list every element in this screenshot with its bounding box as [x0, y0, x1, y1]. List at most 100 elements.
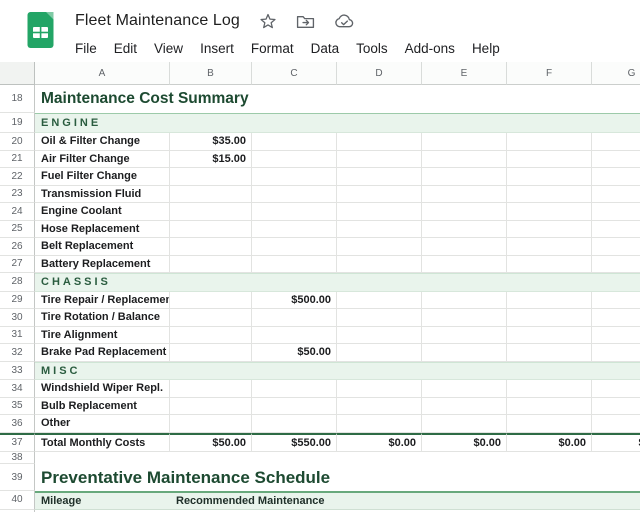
cell[interactable]: Tire Alignment	[35, 326, 170, 344]
cell[interactable]	[252, 397, 337, 415]
cell[interactable]	[170, 415, 252, 433]
column-header-c[interactable]: C	[252, 62, 337, 85]
cell[interactable]	[170, 255, 252, 273]
cell[interactable]	[337, 326, 422, 344]
menu-format[interactable]: Format	[251, 41, 294, 56]
cell[interactable]	[592, 380, 640, 398]
cell[interactable]	[592, 133, 640, 151]
cell[interactable]: $500.00	[252, 291, 337, 309]
cell[interactable]	[507, 185, 592, 203]
row-header[interactable]: 32	[0, 344, 35, 362]
cell[interactable]	[252, 309, 337, 327]
row-header[interactable]: 22	[0, 168, 35, 186]
cell[interactable]	[337, 255, 422, 273]
row-header[interactable]: 31	[0, 326, 35, 344]
cell[interactable]	[422, 150, 507, 168]
section-band-cell[interactable]: CHASSIS	[35, 273, 640, 292]
cell[interactable]	[252, 150, 337, 168]
cell[interactable]	[337, 133, 422, 151]
cell[interactable]	[507, 238, 592, 256]
cell[interactable]	[170, 291, 252, 309]
cell[interactable]	[170, 185, 252, 203]
cell[interactable]	[507, 291, 592, 309]
cell[interactable]	[252, 326, 337, 344]
row-header[interactable]: 21	[0, 150, 35, 168]
cell[interactable]	[422, 238, 507, 256]
cell[interactable]: Brake Pad Replacement	[35, 344, 170, 362]
cell[interactable]: $0.00	[592, 432, 640, 452]
cell[interactable]	[252, 380, 337, 398]
cell[interactable]: Engine Coolant	[35, 203, 170, 221]
cell[interactable]: Transmission Fluid	[35, 185, 170, 203]
cell[interactable]: $550.00	[252, 432, 337, 452]
cell[interactable]	[170, 326, 252, 344]
cell[interactable]: Total Monthly Costs	[35, 432, 170, 452]
cell[interactable]: Air Filter Change	[35, 150, 170, 168]
cell[interactable]: Tire Repair / Replacement	[35, 291, 170, 309]
select-all-corner[interactable]	[0, 62, 35, 85]
cell[interactable]: $0.00	[422, 432, 507, 452]
row-header[interactable]: 18	[0, 85, 35, 113]
cell[interactable]	[252, 203, 337, 221]
row-header[interactable]: 23	[0, 185, 35, 203]
column-header-d[interactable]: D	[337, 62, 422, 85]
cell[interactable]	[170, 203, 252, 221]
cell[interactable]	[252, 185, 337, 203]
section-title-cell[interactable]: Maintenance Cost Summary	[35, 85, 640, 113]
row-header[interactable]: 29	[0, 291, 35, 309]
row-header[interactable]: 39	[0, 464, 35, 491]
cell[interactable]	[337, 397, 422, 415]
cell[interactable]	[507, 344, 592, 362]
cell[interactable]	[252, 168, 337, 186]
cell[interactable]	[507, 415, 592, 433]
row-header[interactable]: 35	[0, 397, 35, 415]
cell[interactable]: $0.00	[507, 432, 592, 452]
cell[interactable]	[170, 238, 252, 256]
cell[interactable]: $50.00	[170, 432, 252, 452]
cell[interactable]	[252, 133, 337, 151]
row-header[interactable]: 37	[0, 432, 35, 452]
cell[interactable]	[592, 397, 640, 415]
cell[interactable]	[337, 168, 422, 186]
cell[interactable]	[507, 220, 592, 238]
cell[interactable]: Tire Rotation / Balance	[35, 309, 170, 327]
cell[interactable]	[337, 150, 422, 168]
row-header[interactable]: 19	[0, 113, 35, 133]
cell[interactable]	[592, 168, 640, 186]
cell[interactable]: $0.00	[337, 432, 422, 452]
row-header[interactable]: 40	[0, 491, 35, 510]
cell[interactable]	[170, 220, 252, 238]
cell[interactable]	[422, 380, 507, 398]
cell[interactable]: $35.00	[170, 133, 252, 151]
cell[interactable]	[422, 415, 507, 433]
cell[interactable]	[252, 255, 337, 273]
move-to-folder-icon[interactable]	[296, 13, 315, 29]
cell[interactable]	[592, 326, 640, 344]
cell[interactable]: Oil & Filter Change	[35, 133, 170, 151]
cell[interactable]	[337, 380, 422, 398]
cell[interactable]	[592, 203, 640, 221]
section-band-cell[interactable]: ENGINE	[35, 113, 640, 133]
cell[interactable]: Mileage	[35, 491, 170, 510]
cell[interactable]: Battery Replacement	[35, 255, 170, 273]
cloud-saved-icon[interactable]	[334, 13, 355, 29]
column-header-g[interactable]: G	[592, 62, 640, 85]
cell[interactable]	[592, 185, 640, 203]
cell[interactable]	[507, 255, 592, 273]
row-header[interactable]: 38	[0, 452, 35, 464]
cell[interactable]: Hose Replacement	[35, 220, 170, 238]
row-header[interactable]: 24	[0, 203, 35, 221]
row-header[interactable]: 25	[0, 220, 35, 238]
row-header[interactable]: 36	[0, 415, 35, 433]
menu-help[interactable]: Help	[472, 41, 500, 56]
column-header-f[interactable]: F	[507, 62, 592, 85]
cell[interactable]	[592, 238, 640, 256]
sheets-logo-icon[interactable]	[27, 11, 54, 49]
cell[interactable]: $15.00	[170, 150, 252, 168]
column-header-e[interactable]: E	[422, 62, 507, 85]
cell[interactable]	[507, 309, 592, 327]
row-header[interactable]: 34	[0, 380, 35, 398]
menu-data[interactable]: Data	[311, 41, 340, 56]
cell[interactable]	[337, 344, 422, 362]
cell[interactable]	[422, 326, 507, 344]
